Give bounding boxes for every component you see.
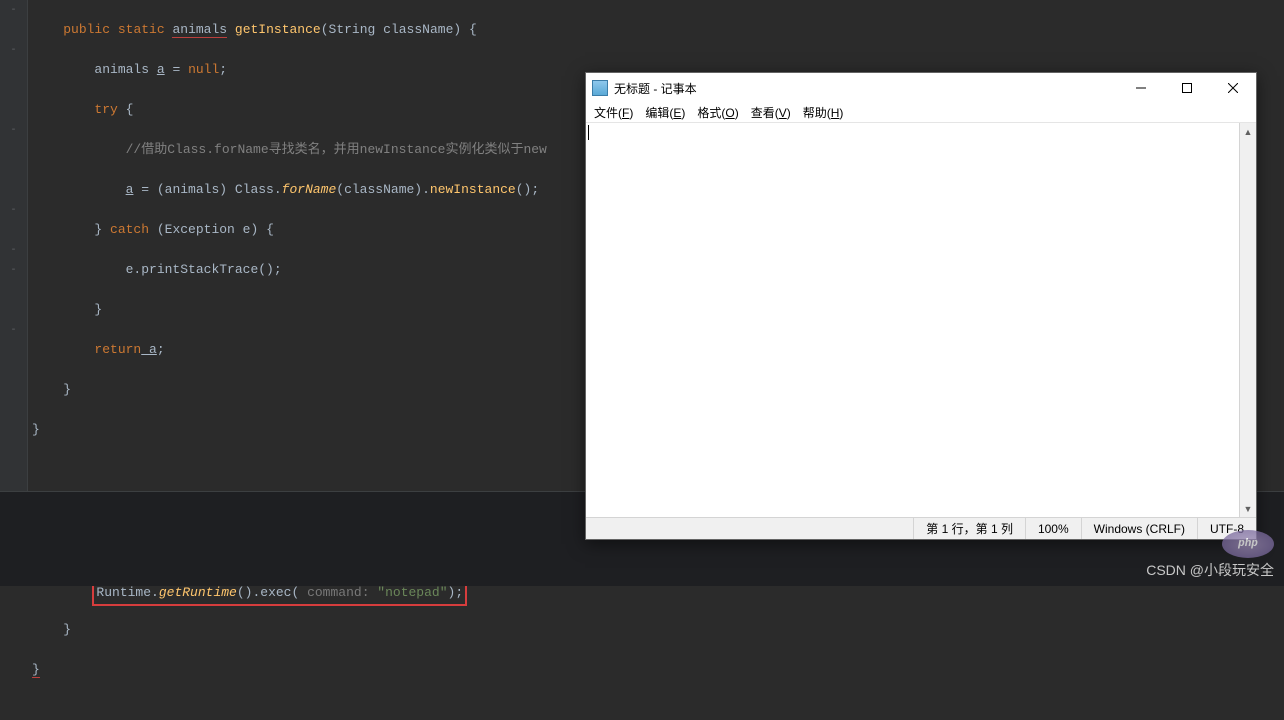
code-content[interactable]: public static animals getInstance(String… bbox=[28, 0, 551, 491]
menu-edit[interactable]: 编辑(E) bbox=[645, 104, 685, 121]
watermark-text: CSDN @小段玩安全 bbox=[1146, 560, 1274, 580]
menu-file[interactable]: 文件(F) bbox=[594, 104, 633, 121]
notepad-title-text: 无标题 - 记事本 bbox=[614, 80, 1118, 97]
php-badge-icon: php bbox=[1222, 530, 1274, 558]
minimize-button[interactable] bbox=[1118, 73, 1164, 103]
vertical-scrollbar[interactable]: ▲ ▼ bbox=[1239, 123, 1256, 517]
menu-view[interactable]: 查看(V) bbox=[751, 104, 791, 121]
scroll-down-icon[interactable]: ▼ bbox=[1240, 500, 1256, 517]
close-button[interactable] bbox=[1210, 73, 1256, 103]
status-zoom: 100% bbox=[1025, 518, 1081, 539]
status-lineending: Windows (CRLF) bbox=[1081, 518, 1197, 539]
notepad-textarea[interactable]: ▲ ▼ bbox=[586, 123, 1256, 517]
notepad-icon bbox=[592, 80, 608, 96]
menu-help[interactable]: 帮助(H) bbox=[803, 104, 844, 121]
menu-format[interactable]: 格式(O) bbox=[697, 104, 738, 121]
notepad-window[interactable]: 无标题 - 记事本 文件(F) 编辑(E) 格式(O) 查看(V) 帮助(H) … bbox=[585, 72, 1257, 540]
scroll-up-icon[interactable]: ▲ bbox=[1240, 123, 1256, 140]
maximize-button[interactable] bbox=[1164, 73, 1210, 103]
editor-gutter: -- - - -- - bbox=[0, 0, 28, 491]
notepad-menubar: 文件(F) 编辑(E) 格式(O) 查看(V) 帮助(H) bbox=[586, 103, 1256, 123]
status-position: 第 1 行，第 1 列 bbox=[913, 518, 1025, 539]
notepad-statusbar: 第 1 行，第 1 列 100% Windows (CRLF) UTF-8 bbox=[586, 517, 1256, 539]
text-caret bbox=[588, 125, 589, 140]
notepad-titlebar[interactable]: 无标题 - 记事本 bbox=[586, 73, 1256, 103]
